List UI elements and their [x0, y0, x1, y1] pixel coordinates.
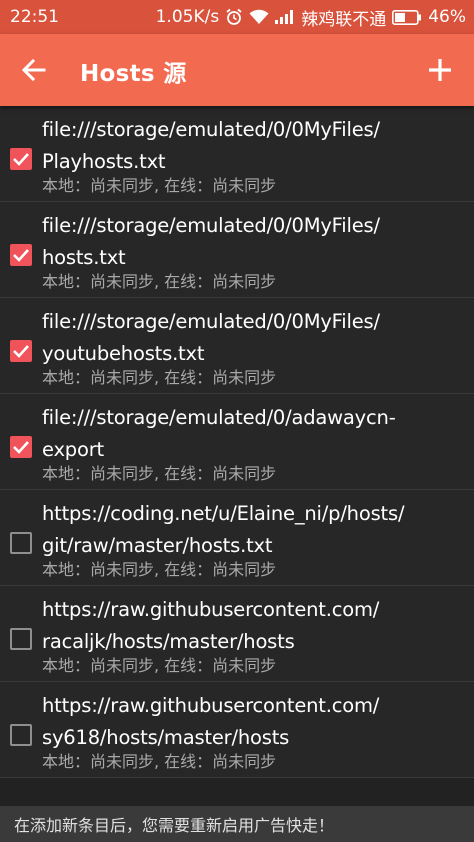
host-url-line: youtubehosts.txt	[42, 342, 205, 365]
status-bar: 22:51 1.05K/s 辣鸡联不通 46%	[0, 0, 474, 34]
host-list-item[interactable]: https://raw.githubusercontent.com/racalj…	[0, 586, 474, 682]
footer-text: 在添加新条目后，您需要重新启用广告快走！	[14, 816, 335, 835]
host-url-line: https://raw.githubusercontent.com/	[42, 694, 380, 717]
arrow-left-icon	[21, 58, 46, 82]
checkbox-checked[interactable]	[10, 148, 32, 170]
host-url-line: hosts.txt	[42, 246, 126, 269]
host-url: file:///storage/emulated/0/0MyFiles/Play…	[42, 114, 470, 178]
net-speed: 1.05K/s	[155, 7, 220, 27]
signal-icon	[275, 10, 295, 24]
host-sync-status: 本地：尚未同步, 在线：尚未同步	[42, 368, 277, 387]
host-url-line: export	[42, 438, 104, 461]
host-url: https://raw.githubusercontent.com/sy618/…	[42, 690, 470, 754]
host-list-item[interactable]: https://coding.net/u/Elaine_ni/p/hosts/g…	[0, 490, 474, 586]
check-icon	[13, 249, 29, 262]
status-time: 22:51	[10, 7, 59, 27]
host-url-line: git/raw/master/hosts.txt	[42, 534, 273, 557]
check-icon	[13, 345, 29, 358]
add-host-button[interactable]	[424, 54, 456, 86]
host-list-item[interactable]: file:///storage/emulated/0/0MyFiles/Play…	[0, 106, 474, 202]
checkbox-checked[interactable]	[10, 340, 32, 362]
hosts-list: file:///storage/emulated/0/0MyFiles/Play…	[0, 106, 474, 806]
host-sync-status: 本地：尚未同步, 在线：尚未同步	[42, 656, 277, 675]
host-url-line: file:///storage/emulated/0/adawaycn-	[42, 406, 396, 429]
host-url-line: https://raw.githubusercontent.com/	[42, 598, 380, 621]
check-icon	[13, 441, 29, 454]
host-url-line: sy618/hosts/master/hosts	[42, 726, 290, 749]
checkbox-unchecked[interactable]	[10, 628, 32, 650]
check-icon	[13, 153, 29, 166]
checkbox-unchecked[interactable]	[10, 532, 32, 554]
checkbox-checked[interactable]	[10, 436, 32, 458]
host-list-item[interactable]: file:///storage/emulated/0/0MyFiles/host…	[0, 202, 474, 298]
app-bar: Hosts 源	[0, 34, 474, 106]
plus-icon	[429, 59, 451, 81]
host-url-line: file:///storage/emulated/0/0MyFiles/	[42, 214, 380, 237]
host-list-item[interactable]: file:///storage/emulated/0/0MyFiles/yout…	[0, 298, 474, 394]
checkbox-checked[interactable]	[10, 244, 32, 266]
battery-icon	[392, 9, 422, 25]
back-button[interactable]	[18, 54, 50, 86]
host-sync-status: 本地：尚未同步, 在线：尚未同步	[42, 464, 277, 483]
host-url: file:///storage/emulated/0/0MyFiles/host…	[42, 210, 470, 274]
host-sync-status: 本地：尚未同步, 在线：尚未同步	[42, 176, 277, 195]
page-title: Hosts 源	[80, 61, 187, 87]
status-right-group: 1.05K/s 辣鸡联不通 46%	[156, 0, 466, 34]
host-url: file:///storage/emulated/0/adawaycn-expo…	[42, 402, 470, 466]
host-url-line: https://coding.net/u/Elaine_ni/p/hosts/	[42, 502, 405, 525]
footer-message: 在添加新条目后，您需要重新启用广告快走！	[0, 806, 474, 842]
alarm-icon	[225, 8, 243, 26]
host-url-line: file:///storage/emulated/0/0MyFiles/	[42, 118, 380, 141]
host-url-line: file:///storage/emulated/0/0MyFiles/	[42, 310, 380, 333]
host-sync-status: 本地：尚未同步, 在线：尚未同步	[42, 752, 277, 771]
host-url-line: Playhosts.txt	[42, 150, 166, 173]
host-list-item[interactable]: https://raw.githubusercontent.com/sy618/…	[0, 682, 474, 778]
host-url: https://raw.githubusercontent.com/racalj…	[42, 594, 470, 658]
wifi-icon	[249, 9, 269, 25]
checkbox-unchecked[interactable]	[10, 724, 32, 746]
host-sync-status: 本地：尚未同步, 在线：尚未同步	[42, 560, 277, 579]
host-list-item[interactable]: file:///storage/emulated/0/adawaycn-expo…	[0, 394, 474, 490]
host-url: file:///storage/emulated/0/0MyFiles/yout…	[42, 306, 470, 370]
host-url: https://coding.net/u/Elaine_ni/p/hosts/g…	[42, 498, 470, 562]
battery-percent: 46%	[428, 7, 466, 27]
host-sync-status: 本地：尚未同步, 在线：尚未同步	[42, 272, 277, 291]
host-url-line: racaljk/hosts/master/hosts	[42, 630, 295, 653]
carrier-name: 辣鸡联不通	[301, 9, 387, 30]
